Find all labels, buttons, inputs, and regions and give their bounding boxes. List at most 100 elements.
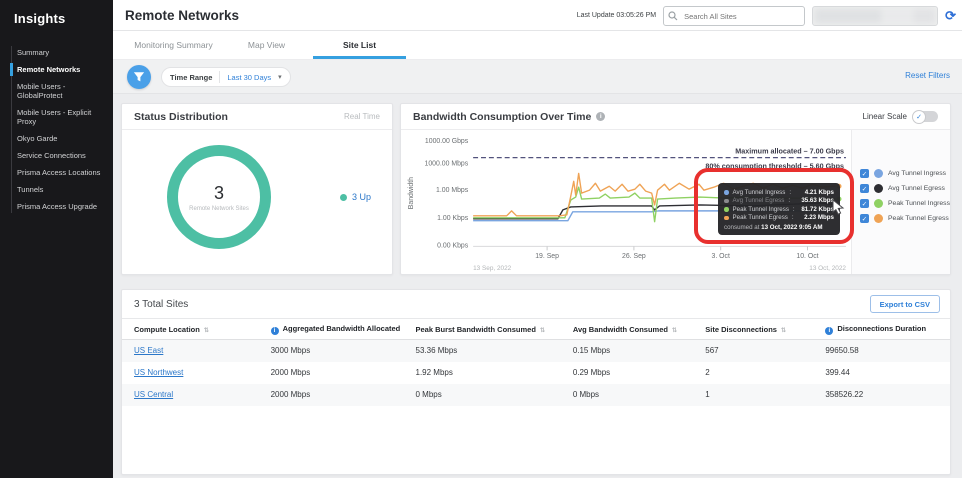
- legend-row-peak-tunnel-egress: ✓ Peak Tunnel Egress: [860, 214, 949, 223]
- tab-bar: Monitoring Summary Map View Site List: [113, 31, 962, 60]
- col-compute-location[interactable]: Compute Location ⇅: [122, 318, 259, 340]
- sort-icon: ⇅: [780, 327, 786, 334]
- chart-legend: ✓ Avg Tunnel Ingress ✓ Avg Tunnel Egress…: [851, 130, 950, 274]
- legend-row-avg-tunnel-ingress: ✓ Avg Tunnel Ingress: [860, 169, 947, 178]
- tooltip-row-avg-ingress: Avg Tunnel Ingress : 4.21 Kbps: [724, 188, 834, 197]
- donut-label: Remote Network Sites: [189, 205, 249, 212]
- legend-checkbox[interactable]: ✓: [860, 214, 869, 223]
- y-tick-0: 1000.00 Gbps: [425, 138, 469, 145]
- refresh-icon[interactable]: ⟳: [945, 9, 956, 22]
- sidebar-item-tunnels[interactable]: Tunnels: [0, 181, 113, 198]
- sidebar-item-mobile-users-globalprotect[interactable]: Mobile Users - GlobalProtect: [0, 78, 113, 104]
- legend-dot: [874, 199, 883, 208]
- site-link-us-northwest[interactable]: US Northwest: [134, 368, 183, 377]
- filter-button[interactable]: [127, 65, 151, 89]
- sidebar-item-prisma-access-upgrade[interactable]: Prisma Access Upgrade: [0, 198, 113, 215]
- col-site-disconnections[interactable]: Site Disconnections ⇅: [693, 318, 814, 340]
- tab-map-view[interactable]: Map View: [220, 31, 313, 59]
- bandwidth-card-title: Bandwidth Consumption Over Time: [413, 110, 592, 123]
- last-update-text: Last Update 03:05:26 PM: [576, 12, 657, 19]
- legend-row-peak-tunnel-ingress: ✓ Peak Tunnel Ingress: [860, 199, 950, 208]
- table-row: US Northwest 2000 Mbps 1.92 Mbps 0.29 Mb…: [134, 368, 850, 377]
- export-to-csv-button[interactable]: Export to CSV: [869, 295, 940, 313]
- x-tick-2: 3. Oct: [711, 253, 729, 260]
- max-allocated-annotation: Maximum allocated – 7.00 Gbps: [735, 147, 844, 156]
- bandwidth-card-header: Bandwidth Consumption Over Time i Linear…: [401, 104, 950, 130]
- tooltip-footer: consumed at 13 Oct, 2022 9:05 AM: [724, 224, 823, 231]
- sidebar-item-remote-networks[interactable]: Remote Networks: [0, 61, 113, 78]
- time-range-value: Last 30 Days: [227, 72, 272, 82]
- site-link-us-central[interactable]: US Central: [134, 390, 173, 399]
- x-tick-1: 26. Sep: [622, 253, 646, 260]
- topbar-right: Last Update 03:05:26 PM ⟳: [577, 0, 956, 31]
- sidebar: Insights Summary Remote Networks Mobile …: [0, 0, 113, 478]
- linear-scale-toggle[interactable]: ✓: [912, 109, 938, 124]
- y-tick-2: 1.00 Mbps: [436, 187, 469, 194]
- col-peak-burst-bandwidth-consumed[interactable]: Peak Burst Bandwidth Consumed ⇅: [403, 318, 561, 340]
- status-legend-up[interactable]: 3 Up: [340, 192, 371, 202]
- tab-site-list[interactable]: Site List: [313, 31, 406, 59]
- tooltip-dot: [724, 207, 729, 212]
- sidebar-item-prisma-access-locations[interactable]: Prisma Access Locations: [0, 164, 113, 181]
- col-disconnections-duration[interactable]: i Disconnections Duration: [813, 318, 950, 340]
- legend-checkbox[interactable]: ✓: [860, 169, 869, 178]
- status-card-header: Status Distribution Real Time: [122, 104, 392, 130]
- sites-table-card: 3 Total Sites Export to CSV Compute Loca…: [121, 289, 951, 475]
- sort-icon: ⇅: [203, 327, 209, 334]
- sidebar-menu: Summary Remote Networks Mobile Users - G…: [0, 44, 113, 215]
- linear-scale-label: Linear Scale: [862, 112, 907, 121]
- sidebar-title: Insights: [14, 11, 66, 26]
- chevron-down-icon: ▾: [278, 74, 282, 81]
- legend-checkbox[interactable]: ✓: [860, 199, 869, 208]
- table-header-row: Compute Location ⇅ i Aggregated Bandwidth …: [122, 318, 950, 340]
- y-tick-4: 0.00 Kbps: [437, 242, 469, 249]
- bandwidth-card: Bandwidth Consumption Over Time i Linear…: [400, 103, 951, 275]
- redacted-blur: [815, 8, 936, 23]
- info-icon: i: [596, 112, 606, 121]
- sidebar-item-summary[interactable]: Summary: [0, 44, 113, 61]
- search-icon: [668, 10, 678, 20]
- sidebar-item-okyo-garde[interactable]: Okyo Garde: [0, 130, 113, 147]
- table-title: 3 Total Sites: [134, 298, 189, 310]
- toggle-knob: ✓: [912, 109, 926, 124]
- top-bar: Remote Networks Last Update 03:05:26 PM …: [113, 0, 962, 31]
- chart-tooltip: Avg Tunnel Ingress : 4.21 Kbps Avg Tunne…: [718, 183, 840, 235]
- info-icon: i: [270, 326, 279, 335]
- legend-row-avg-tunnel-egress: ✓ Avg Tunnel Egress: [860, 184, 945, 193]
- col-aggregated-bandwidth-allocated[interactable]: i Aggregated Bandwidth Allocated: [258, 318, 404, 340]
- sort-icon: ⇅: [671, 327, 677, 334]
- donut-count: 3: [213, 182, 224, 203]
- info-icon: i: [825, 326, 834, 335]
- table-row: US Central 2000 Mbps 0 Mbps 0 Mbps 1 358…: [122, 383, 950, 406]
- tooltip-dot: [724, 215, 729, 220]
- legend-dot: [874, 184, 883, 193]
- tooltip-dot: [724, 198, 729, 203]
- legend-dot: [874, 169, 883, 178]
- page-title: Remote Networks: [125, 8, 240, 23]
- linear-scale-control: Linear Scale ✓: [862, 109, 938, 124]
- main-area: Remote Networks Last Update 03:05:26 PM …: [113, 0, 962, 478]
- sites-table: Compute Location ⇅ i Aggregated Bandwidth …: [122, 318, 950, 406]
- up-status-dot: [340, 193, 347, 201]
- search-input[interactable]: [663, 6, 806, 26]
- reset-filters-link[interactable]: Reset Filters: [905, 71, 950, 80]
- x-range-start: 13 Sep, 2022: [473, 265, 512, 272]
- tab-monitoring-summary[interactable]: Monitoring Summary: [127, 31, 220, 59]
- donut-ring: 3 Remote Network Sites: [167, 145, 271, 249]
- y-tick-3: 1.00 Kbps: [437, 215, 469, 222]
- site-link-us-east[interactable]: US East: [134, 346, 163, 355]
- tenant-selector-redacted[interactable]: [812, 5, 939, 26]
- sort-icon: ⇅: [539, 327, 545, 334]
- x-tick-3: 10. Oct: [796, 253, 818, 260]
- legend-checkbox[interactable]: ✓: [860, 184, 869, 193]
- time-range-dropdown[interactable]: Time Range Last 30 Days ▾: [161, 67, 291, 87]
- filter-bar: Time Range Last 30 Days ▾ Reset Filters: [113, 60, 962, 94]
- col-avg-bandwidth-consumed[interactable]: Avg Bandwidth Consumed ⇅: [560, 318, 694, 340]
- sidebar-item-mobile-users-explicit-proxy[interactable]: Mobile Users - Explicit Proxy: [0, 104, 113, 130]
- x-range-end: 13 Oct, 2022: [809, 265, 846, 272]
- funnel-icon: [133, 72, 145, 82]
- threshold-annotation: 80% consumption threshold – 5.60 Gbps: [705, 161, 844, 170]
- search-box: [663, 6, 806, 26]
- table-row: US East 3000 Mbps 53.36 Mbps 0.15 Mbps 5…: [122, 339, 950, 362]
- sidebar-item-service-connections[interactable]: Service Connections: [0, 147, 113, 164]
